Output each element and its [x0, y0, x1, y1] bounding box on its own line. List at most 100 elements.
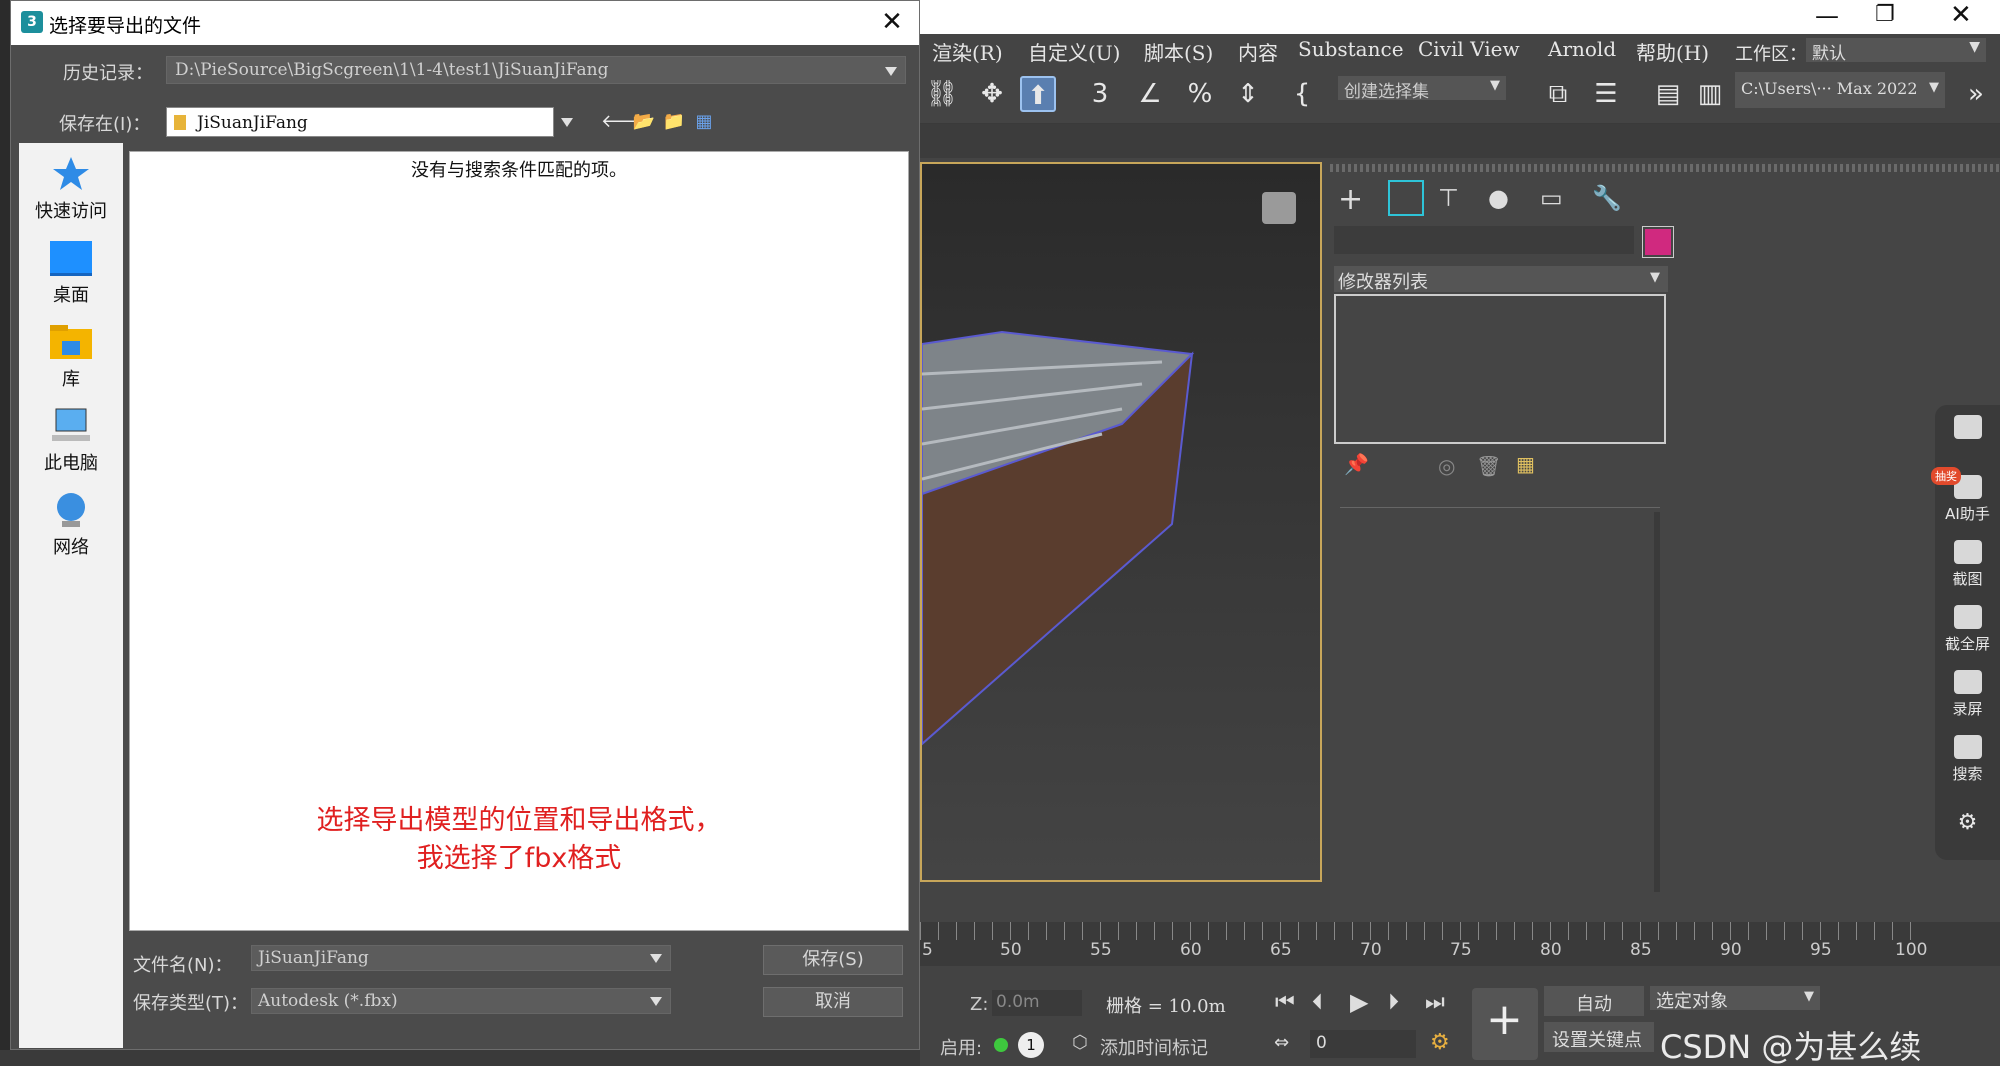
back-arrow-icon[interactable]: 🡐: [601, 109, 649, 135]
key-filter-combo[interactable]: 选定对象 ▼: [1650, 986, 1820, 1012]
filename-field[interactable]: JiSuanJiFang: [251, 945, 671, 971]
view-menu-icon[interactable]: ▦: [691, 109, 717, 135]
mirror-icon[interactable]: ⧉: [1540, 76, 1576, 112]
place-this-pc[interactable]: 此电脑: [19, 407, 123, 475]
ai-badge: 抽奖: [1931, 467, 1961, 485]
search-label: 搜索: [1952, 765, 1983, 783]
history-dropdown[interactable]: D:\PieSource\BigScgreen\1\1-4\test1\JiSu…: [166, 56, 906, 84]
create-tab-icon[interactable]: +: [1338, 182, 1363, 217]
history-label: 历史记录：: [63, 63, 153, 84]
new-folder-icon[interactable]: 📁: [661, 109, 687, 135]
toolbar-overflow-icon[interactable]: »: [1958, 76, 1994, 112]
edit-named-selection-icon[interactable]: {: [1284, 76, 1320, 112]
save-in-dropdown-arrow[interactable]: [554, 107, 580, 137]
next-frame-icon[interactable]: ⏵: [1388, 990, 1399, 1015]
menu-render[interactable]: 渲染(R): [932, 37, 1003, 66]
viewcube-icon[interactable]: [1262, 192, 1296, 224]
layer-icon[interactable]: ▥: [1692, 76, 1728, 112]
modifier-list-combo[interactable]: 修改器列表 ▼: [1334, 266, 1668, 293]
display-tab-icon[interactable]: ▭: [1540, 184, 1563, 212]
pin-stack-icon[interactable]: 📌: [1344, 452, 1369, 476]
project-path-value: C:\Users\··· Max 2022: [1741, 79, 1918, 98]
panel-scrollbar[interactable]: [1654, 512, 1660, 892]
perspective-viewport[interactable]: [920, 162, 1322, 882]
search-item[interactable]: 搜索: [1935, 735, 2000, 784]
command-panel: + ⊤ ● ▭ 🔧 修改器列表 ▼ 📌 ◎ 🗑 ▦: [1330, 162, 2000, 922]
align-icon[interactable]: ☰: [1588, 76, 1624, 112]
auto-key-button[interactable]: 自动: [1544, 986, 1644, 1016]
scene-explorer-icon[interactable]: ▤: [1650, 76, 1686, 112]
file-list[interactable]: 没有与搜索条件匹配的项。 选择导出模型的位置和导出格式， 我选择了fbx格式: [129, 151, 909, 931]
percent-snap-icon[interactable]: %: [1182, 76, 1218, 112]
named-selection-placeholder: 创建选择集: [1344, 82, 1429, 102]
modifier-stack[interactable]: [1334, 294, 1666, 444]
restore-icon[interactable]: ❐: [1875, 2, 1895, 27]
add-time-tag-label[interactable]: 添加时间标记: [1100, 1034, 1208, 1060]
configure-sets-icon[interactable]: ▦: [1516, 452, 1535, 476]
record-item[interactable]: 录屏: [1935, 670, 2000, 719]
filetype-dropdown[interactable]: Autodesk (*.fbx): [251, 988, 671, 1014]
menu-content[interactable]: 内容: [1238, 37, 1278, 66]
hierarchy-tab-icon[interactable]: ⊤: [1438, 184, 1459, 212]
place-desktop[interactable]: 桌面: [19, 239, 123, 307]
library-icon: [50, 325, 92, 359]
prev-frame-icon[interactable]: ⏴: [1312, 990, 1323, 1015]
utilities-tab-icon[interactable]: 🔧: [1592, 184, 1622, 212]
export-file-dialog: 3 选择要导出的文件 ✕ 历史记录： D:\PieSource\BigScgre…: [10, 0, 920, 1050]
workspace-combo[interactable]: 默认 ▼: [1806, 38, 1986, 64]
fullscreen-capture-item[interactable]: 截全屏: [1935, 605, 2000, 654]
menu-civil-view[interactable]: Civil View: [1418, 37, 1520, 61]
move-icon[interactable]: ✥: [974, 76, 1010, 112]
object-name-field[interactable]: [1334, 226, 1634, 254]
max-main-toolbar: ⛓ ✥ ⬆ 3 ∠ % ⇕ { 创建选择集 ▼ ⧉ ☰ ▤ ▥ C:\Users…: [920, 64, 2000, 124]
menu-substance[interactable]: Substance: [1298, 37, 1404, 61]
menu-arnold[interactable]: Arnold: [1548, 37, 1616, 61]
goto-end-icon[interactable]: ⏭: [1425, 990, 1445, 1015]
close-icon[interactable]: ✕: [877, 7, 907, 37]
save-button[interactable]: 保存(S): [763, 945, 903, 975]
motion-tab-icon[interactable]: ●: [1488, 184, 1509, 212]
play-icon[interactable]: ▶: [1350, 988, 1368, 1016]
max-titlebar: — ❐ ✕: [920, 0, 2000, 34]
place-network[interactable]: 网络: [19, 491, 123, 559]
project-path-combo[interactable]: C:\Users\··· Max 2022 ▼: [1735, 72, 1945, 108]
ai-assistant-item[interactable]: 抽奖 AI助手: [1931, 467, 2000, 524]
screenshot-item[interactable]: 截图: [1935, 540, 2000, 589]
object-color-swatch[interactable]: [1642, 226, 1674, 258]
shield-icon[interactable]: [1935, 415, 2000, 443]
menu-customize[interactable]: 自定义(U): [1028, 37, 1120, 66]
named-selection-combo[interactable]: 创建选择集 ▼: [1338, 76, 1506, 102]
goto-start-icon[interactable]: ⏮: [1275, 990, 1295, 1015]
menu-help[interactable]: 帮助(H): [1636, 37, 1709, 66]
set-key-button[interactable]: 设置关键点: [1544, 1022, 1654, 1052]
time-slider[interactable]: 5 50 55 60 65 70 75 80 85 90 95 100: [920, 922, 2000, 966]
current-frame-field[interactable]: 0: [1310, 1030, 1416, 1058]
cancel-button[interactable]: 取消: [763, 987, 903, 1017]
place-quick-access[interactable]: 快速访问: [19, 155, 123, 223]
place-library[interactable]: 库: [19, 323, 123, 391]
make-unique-icon[interactable]: ◎: [1438, 454, 1455, 478]
key-mode-icon[interactable]: ⇔: [1274, 1032, 1289, 1053]
settings-icon[interactable]: ⚙: [1935, 810, 2000, 835]
time-tag-icon[interactable]: ⬡: [1072, 1032, 1088, 1053]
snap-3d-icon[interactable]: 3: [1082, 76, 1118, 112]
close-icon[interactable]: ✕: [1950, 0, 1972, 30]
link-icon[interactable]: ⛓: [924, 76, 960, 112]
up-folder-icon[interactable]: 📂: [631, 109, 657, 135]
delete-modifier-icon[interactable]: 🗑: [1476, 454, 1501, 478]
filetype-value: Autodesk (*.fbx): [258, 991, 398, 1011]
modify-tab-icon[interactable]: [1388, 180, 1424, 216]
select-rotate-icon[interactable]: ⬆: [1020, 76, 1056, 112]
frame-badge[interactable]: 1: [1018, 1032, 1044, 1058]
z-coord-field[interactable]: 0.0m: [992, 990, 1082, 1016]
add-key-button[interactable]: +: [1472, 988, 1538, 1060]
desktop-icon: [50, 241, 92, 276]
time-config-icon[interactable]: ⚙: [1430, 1030, 1450, 1055]
angle-snap-icon[interactable]: ∠: [1132, 76, 1168, 112]
bottom-strip: [0, 1050, 920, 1066]
spinner-snap-icon[interactable]: ⇕: [1230, 76, 1266, 112]
places-bar: 快速访问 桌面 库 此电脑 网络: [19, 143, 123, 1048]
minimize-icon[interactable]: —: [1815, 2, 1839, 30]
menu-script[interactable]: 脚本(S): [1144, 37, 1213, 66]
save-in-dropdown[interactable]: JiSuanJiFang: [166, 107, 554, 137]
